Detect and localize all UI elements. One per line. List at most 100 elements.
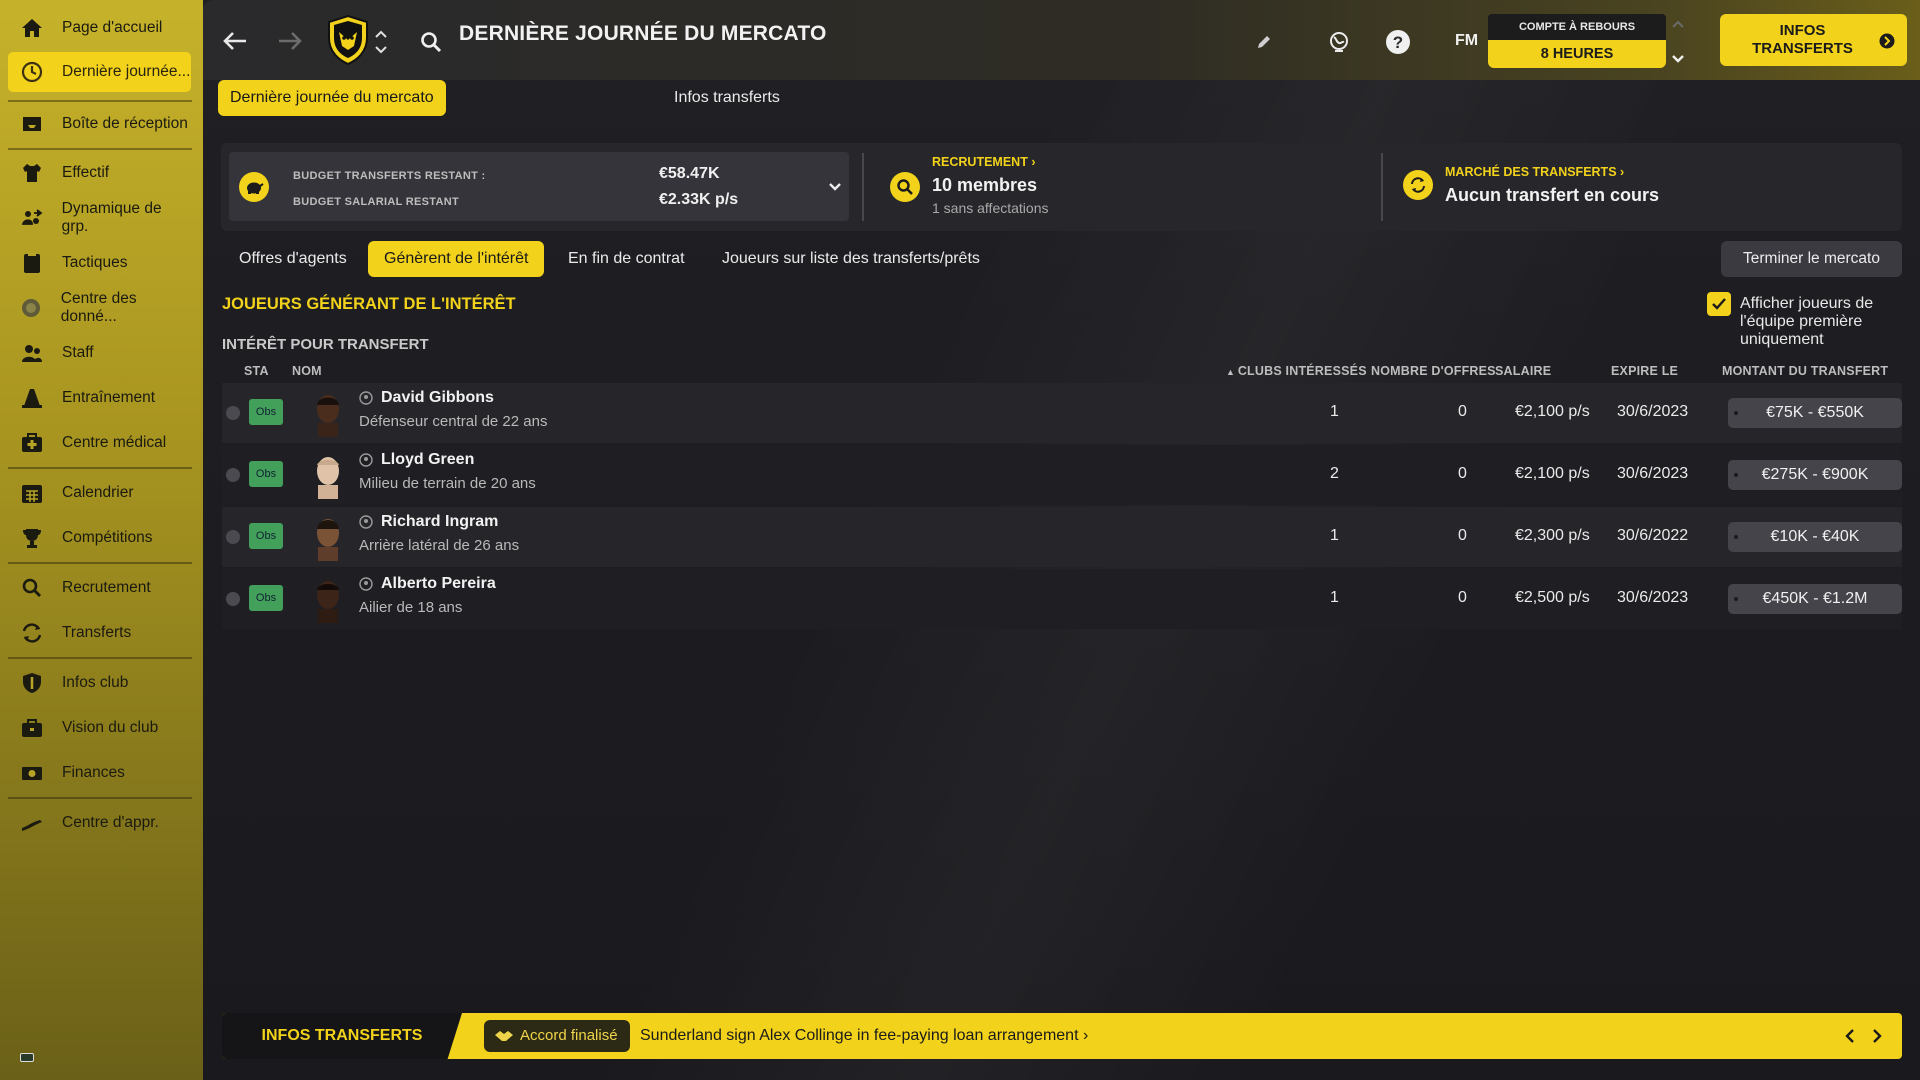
sidebar: Page d'accueil Dernière journée... Boîte…	[0, 0, 203, 1080]
transfer-fee-range[interactable]: €10K - €40K	[1728, 522, 1902, 552]
sidebar-item-development[interactable]: Centre d'appr.	[8, 803, 191, 843]
interested-clubs: 1	[1330, 403, 1339, 420]
sidebar-item-scouting[interactable]: Recrutement	[8, 568, 191, 608]
sidebar-item-label: Tactiques	[62, 254, 128, 271]
table-row[interactable]: Obs Lloyd Green Milieu de terrain de 20 …	[222, 445, 1902, 505]
player-name-text: David Gibbons	[381, 389, 494, 406]
row-select-radio[interactable]	[226, 530, 240, 544]
wage: €2,100 p/s	[1515, 403, 1590, 420]
sidebar-item-club-vision[interactable]: Vision du club	[8, 708, 191, 748]
table-row[interactable]: Obs Richard Ingram Arrière latéral de 26…	[222, 507, 1902, 567]
sidebar-item-calendar[interactable]: Calendrier	[8, 473, 191, 513]
handshake-icon	[495, 1031, 513, 1041]
search-icon[interactable]	[419, 30, 443, 54]
subtab-agent-offers[interactable]: Offres d'agents	[223, 241, 363, 277]
sidebar-item-data-hub[interactable]: Centre des donné...	[8, 288, 191, 328]
column-header-offers[interactable]: NOMBRE D'OFFRES	[1371, 364, 1496, 378]
infos-transferts-button[interactable]: INFOS TRANSFERTS	[1720, 14, 1907, 66]
player-name[interactable]: Alberto Pereira	[359, 575, 496, 593]
arrow-circle-right-icon	[1879, 33, 1895, 49]
sidebar-item-staff[interactable]: Staff	[8, 333, 191, 373]
sidebar-item-label: Centre médical	[62, 434, 167, 451]
subtab-transfer-list[interactable]: Joueurs sur liste des transferts/prêts	[706, 241, 996, 277]
column-header-name[interactable]: NOM	[292, 364, 322, 378]
forward-arrow-icon[interactable]	[275, 26, 305, 56]
player-avatar	[317, 519, 339, 561]
countdown-value: 8 HEURES	[1488, 40, 1666, 68]
subtab-generating-interest[interactable]: Génèrent de l'intérêt	[368, 241, 545, 277]
status-badge: Obs	[249, 585, 283, 611]
transfer-fee-range[interactable]: €275K - €900K	[1728, 460, 1902, 490]
sidebar-item-squad[interactable]: Effectif	[8, 153, 191, 193]
club-vision-icon	[18, 716, 46, 740]
contract-expiry: 30/6/2023	[1617, 403, 1689, 420]
player-name[interactable]: David Gibbons	[359, 389, 494, 407]
first-team-only-checkbox[interactable]	[1707, 292, 1731, 316]
countdown-label: COMPTE À REBOURS	[1488, 14, 1666, 40]
club-crest-icon[interactable]	[327, 14, 369, 66]
wage: €2,300 p/s	[1515, 527, 1590, 544]
sidebar-item-tactics[interactable]: Tactiques	[8, 243, 191, 283]
budget-dropdown[interactable]: BUDGET TRANSFERTS RESTANT : €58.47K BUDG…	[229, 152, 849, 221]
piggy-bank-icon	[239, 172, 269, 202]
sidebar-item-competitions[interactable]: Compétitions	[8, 518, 191, 558]
player-profile-icon	[359, 453, 373, 467]
trophy-icon	[18, 526, 46, 550]
sidebar-item-inbox[interactable]: Boîte de réception	[8, 104, 191, 144]
column-header-clubs[interactable]: ▲ CLUBS INTÉRESSÉS	[1226, 364, 1367, 378]
end-transfer-window-button[interactable]: Terminer le mercato	[1721, 241, 1902, 277]
sidebar-divider	[8, 657, 192, 659]
player-position: Arrière latéral de 26 ans	[359, 537, 520, 554]
edit-pencil-icon[interactable]	[1250, 28, 1278, 56]
sidebar-item-home[interactable]: Page d'accueil	[8, 8, 191, 48]
sidebar-item-deadline-day[interactable]: Dernière journée...	[8, 52, 191, 92]
transfer-market-link[interactable]: MARCHÉ DES TRANSFERTS ›	[1445, 165, 1624, 179]
column-header-status[interactable]: STA	[244, 364, 269, 378]
sidebar-item-medical[interactable]: Centre médical	[8, 423, 191, 463]
player-name[interactable]: Richard Ingram	[359, 513, 498, 531]
sidebar-item-finances[interactable]: Finances	[8, 753, 191, 793]
transfer-fee-range[interactable]: €75K - €550K	[1728, 398, 1902, 428]
column-header-fee[interactable]: MONTANT DU TRANSFERT	[1722, 364, 1888, 378]
player-name[interactable]: Lloyd Green	[359, 451, 474, 469]
wage: €2,500 p/s	[1515, 589, 1590, 606]
table-row[interactable]: Obs Alberto Pereira Ailier de 18 ans 1 0…	[222, 569, 1902, 629]
club-switch-chevrons-icon[interactable]	[373, 26, 389, 58]
offers-count: 0	[1458, 403, 1467, 420]
back-arrow-icon[interactable]	[220, 26, 250, 56]
ticker-headline-link[interactable]: Sunderland sign Alex Collinge in fee-pay…	[640, 1013, 1088, 1059]
interested-clubs: 2	[1330, 465, 1339, 482]
sidebar-item-transfers[interactable]: Transferts	[8, 613, 191, 653]
countdown-toggle-chevrons-icon[interactable]	[1670, 18, 1686, 64]
fm-menu-button[interactable]: FM	[1455, 32, 1478, 50]
world-globe-icon[interactable]	[1325, 28, 1353, 56]
offers-count: 0	[1458, 589, 1467, 606]
column-header-expires[interactable]: EXPIRE LE	[1611, 364, 1678, 378]
player-avatar	[317, 457, 339, 499]
tab-deadline-day[interactable]: Dernière journée du mercato	[218, 80, 446, 116]
column-header-wage[interactable]: SALAIRE	[1495, 364, 1551, 378]
table-row[interactable]: Obs David Gibbons Défenseur central de 2…	[222, 383, 1902, 443]
contract-expiry: 30/6/2022	[1617, 527, 1689, 544]
status-indicator-icon[interactable]	[20, 1053, 34, 1062]
transfer-fee-range[interactable]: €450K - €1.2M	[1728, 584, 1902, 614]
sidebar-item-label: Compétitions	[62, 529, 153, 546]
ticker-next-icon[interactable]	[1866, 1026, 1886, 1046]
sidebar-item-dynamics[interactable]: Dynamique de grp.	[8, 198, 191, 238]
help-icon[interactable]: ?	[1384, 28, 1412, 56]
recruitment-link[interactable]: RECRUTEMENT ›	[932, 155, 1036, 169]
tab-infos-transferts[interactable]: Infos transferts	[662, 80, 792, 116]
sidebar-item-training[interactable]: Entraînement	[8, 378, 191, 418]
ticker-prev-icon[interactable]	[1841, 1026, 1861, 1046]
row-select-radio[interactable]	[226, 468, 240, 482]
status-badge: Obs	[249, 399, 283, 425]
shirt-icon	[18, 161, 46, 185]
row-select-radio[interactable]	[226, 592, 240, 606]
sidebar-item-label: Calendrier	[62, 484, 134, 501]
subtab-expiring-contracts[interactable]: En fin de contrat	[552, 241, 701, 277]
development-icon	[18, 811, 46, 835]
row-select-radio[interactable]	[226, 406, 240, 420]
sidebar-item-club-info[interactable]: Infos club	[8, 663, 191, 703]
recruitment-search-icon	[890, 172, 920, 202]
training-cone-icon	[18, 386, 46, 410]
